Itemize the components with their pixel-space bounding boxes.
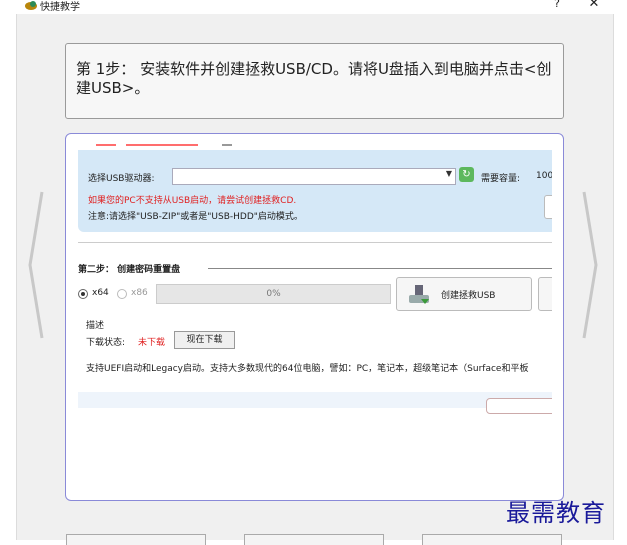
previous-arrow-icon[interactable]: [28, 190, 44, 340]
close-button[interactable]: ✕: [583, 0, 605, 11]
app-icon: [25, 1, 37, 10]
section-divider: [208, 268, 552, 269]
next-arrow-icon[interactable]: [582, 190, 598, 340]
download-now-button[interactable]: 现在下载: [174, 331, 235, 349]
usb-drive-label: 选择USB驱动器:: [88, 174, 155, 184]
divider: [78, 242, 552, 243]
x86-radio[interactable]: [117, 289, 127, 299]
preview-screenshot: 选择USB驱动器: ▼ ↻ 需要容量: 100 如果您的PC不支持从USB启动，…: [78, 134, 552, 490]
step-instruction-text: 第 1步： 安装软件并创建拯救USB/CD。请将U盘插入到电脑并点击<创建USB…: [76, 60, 552, 97]
create-usb-button[interactable]: 创建拯救USB: [396, 277, 532, 311]
help-button[interactable]: ?: [546, 0, 568, 11]
download-status-value: 未下载: [138, 338, 166, 348]
step2-title: 第二步： 创建密码重置盘: [78, 265, 181, 275]
step-instruction-box: 第 1步： 安装软件并创建拯救USB/CD。请将U盘插入到电脑并点击<创建USB…: [65, 43, 564, 119]
capacity-label: 需要容量:: [481, 174, 521, 184]
usb-icon: [409, 285, 429, 304]
chevron-down-icon: ▼: [445, 169, 452, 178]
refresh-icon[interactable]: ↻: [459, 167, 474, 182]
partial-button[interactable]: [486, 398, 552, 414]
create-progress-bar: 0%: [156, 284, 391, 304]
title-bar: 快捷教学 ? ✕: [0, 0, 627, 14]
tab-fragment: [96, 144, 116, 146]
tutorial-preview-frame: 选择USB驱动器: ▼ ↻ 需要容量: 100 如果您的PC不支持从USB启动，…: [65, 133, 564, 501]
description-label: 描述: [86, 321, 105, 331]
side-button[interactable]: [544, 195, 552, 219]
window-title: 快捷教学: [40, 2, 80, 13]
x64-label: x64: [92, 288, 109, 298]
usb-drive-combobox[interactable]: ▼: [172, 168, 456, 185]
x86-label: x86: [131, 288, 148, 298]
capacity-value: 100: [536, 171, 552, 181]
download-status-label: 下载状态:: [86, 338, 126, 348]
support-description: 支持UEFI启动和Legacy启动。支持大多数现代的64位电脑，譬如：PC，笔记…: [86, 364, 529, 374]
bottom-band: [78, 392, 552, 408]
usb-boot-warning: 如果您的PC不支持从USB启动，请尝试创建拯救CD.: [88, 196, 297, 206]
boot-mode-note: 注意:请选择"USB-ZIP"或者是"USB-HDD"启动模式。: [88, 212, 303, 222]
tab-fragment: [126, 144, 198, 146]
watermark: 最需教育: [506, 499, 606, 527]
create-cd-button[interactable]: [538, 277, 552, 311]
create-usb-label: 创建拯救USB: [441, 291, 496, 301]
tab-fragment: [222, 144, 232, 146]
x64-radio[interactable]: [78, 289, 88, 299]
